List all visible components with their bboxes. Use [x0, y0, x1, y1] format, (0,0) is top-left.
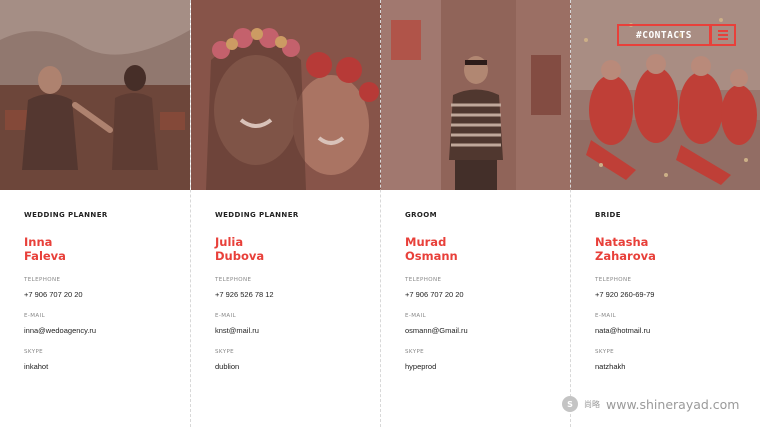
skype-label: SKYPE: [595, 349, 615, 355]
email-label: E-MAIL: [24, 313, 46, 319]
telephone-value[interactable]: +7 926 526 78 12: [215, 290, 380, 299]
skype-value[interactable]: inkahot: [24, 362, 190, 371]
email-label: E-MAIL: [405, 313, 427, 319]
telephone-value[interactable]: +7 906 707 20 20: [405, 290, 570, 299]
telephone-value[interactable]: +7 906 707 20 20: [24, 290, 190, 299]
telephone-label: TELEPHONE: [24, 277, 61, 283]
telephone-label: TELEPHONE: [405, 277, 442, 283]
email-value[interactable]: knst@mail.ru: [215, 326, 380, 335]
email-label: E-MAIL: [215, 313, 237, 319]
contact-card-murad: GROOM Murad Osmann TELEPHONE +7 906 707 …: [380, 0, 571, 427]
role-label: GROOM: [405, 211, 438, 219]
contact-card-natasha: BRIDE Natasha Zaharova TELEPHONE +7 920 …: [570, 0, 760, 427]
contact-photo: [191, 0, 381, 190]
watermark-cn-text: 尚略: [584, 399, 600, 409]
email-value[interactable]: inna@wedoagency.ru: [24, 326, 190, 335]
email-value[interactable]: osmann@Gmail.ru: [405, 326, 570, 335]
contacts-grid: WEDDING PLANNER Inna Faleva TELEPHONE +7…: [0, 0, 760, 427]
skype-value[interactable]: natzhakh: [595, 362, 760, 371]
contact-card-inna: WEDDING PLANNER Inna Faleva TELEPHONE +7…: [0, 0, 190, 427]
skype-label: SKYPE: [24, 349, 44, 355]
contacts-button[interactable]: #CONTACTS: [617, 24, 711, 46]
skype-value[interactable]: dublion: [215, 362, 380, 371]
watermark-logo-icon: S: [562, 396, 578, 412]
person-name: Natasha Zaharova: [595, 235, 656, 263]
watermark: S 尚略 www.shinerayad.com: [562, 396, 739, 412]
role-label: WEDDING PLANNER: [215, 211, 299, 219]
hamburger-menu-icon[interactable]: [710, 24, 736, 46]
telephone-value[interactable]: +7 920 260-69-79: [595, 290, 760, 299]
person-name: Inna Faleva: [24, 235, 66, 263]
skype-value[interactable]: hypeprod: [405, 362, 570, 371]
role-label: WEDDING PLANNER: [24, 211, 108, 219]
watermark-url: www.shinerayad.com: [606, 396, 740, 412]
email-value[interactable]: nata@hotmail.ru: [595, 326, 760, 335]
contact-card-julia: WEDDING PLANNER Julia Dubova TELEPHONE +…: [190, 0, 381, 427]
telephone-label: TELEPHONE: [595, 277, 632, 283]
contact-photo: [0, 0, 190, 190]
contact-photo: [381, 0, 571, 190]
role-label: BRIDE: [595, 211, 621, 219]
person-name: Julia Dubova: [215, 235, 265, 263]
telephone-label: TELEPHONE: [215, 277, 252, 283]
person-name: Murad Osmann: [405, 235, 458, 263]
skype-label: SKYPE: [215, 349, 235, 355]
email-label: E-MAIL: [595, 313, 617, 319]
skype-label: SKYPE: [405, 349, 425, 355]
